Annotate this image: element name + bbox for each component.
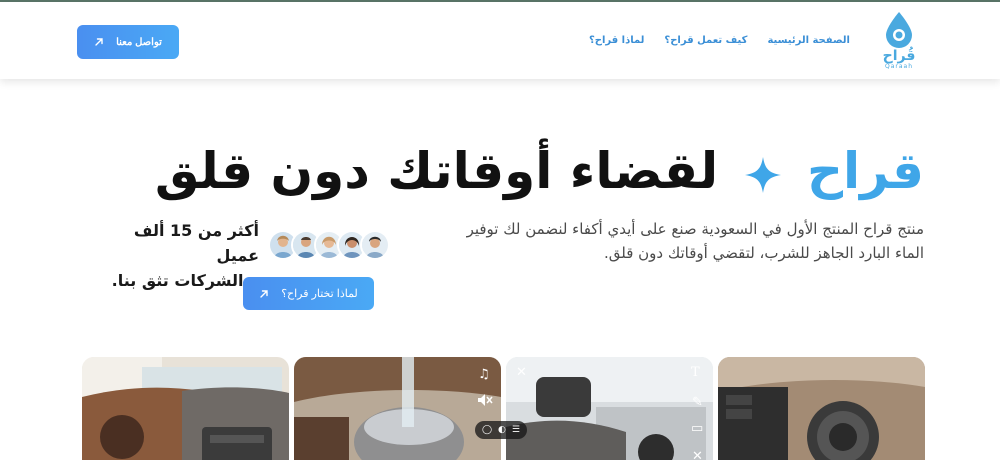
menu-icon[interactable]: ☰ — [512, 425, 520, 435]
mute-icon[interactable] — [477, 393, 493, 407]
sticker-icon[interactable]: ◐ — [498, 425, 506, 435]
customers-stat: أكثر من 15 ألف عميل و الشركات تثق بنا. — [104, 218, 259, 293]
chat-icon[interactable]: ◯ — [482, 425, 492, 435]
sticker-icon[interactable]: ▭ — [691, 421, 703, 436]
arrow-up-right-icon — [260, 289, 268, 298]
nav-why-qaraah[interactable]: لماذا قراح؟ — [589, 35, 644, 46]
why-choose-button-label: لماذا تختار قراح؟ — [281, 288, 358, 300]
close-icon[interactable]: ✕ — [516, 365, 527, 380]
gallery-image-cup-pour[interactable]: ♫ — [294, 357, 501, 460]
pencil-icon[interactable]: ✎ — [692, 395, 703, 410]
hero-description: منتج قراح المنتج الأول في السعودية صنع ع… — [466, 220, 924, 262]
avatar — [360, 230, 390, 260]
arrow-up-right-icon — [95, 38, 103, 46]
gallery-image-car-dashboard[interactable] — [82, 357, 289, 460]
hero-title-brand: قراح — [806, 142, 925, 200]
site-header: قُراح Qaraah الصفحة الرئيسية كيف تعمل قر… — [0, 2, 1000, 79]
customer-avatars — [268, 230, 390, 262]
contact-button-label: تواصل معنا — [116, 36, 162, 48]
contact-button[interactable]: تواصل معنا — [77, 25, 179, 59]
water-drop-icon — [886, 12, 912, 48]
hero-title: قراح لقضاء أوقاتك دون قلق — [154, 138, 925, 204]
gallery-image-ac-vent[interactable] — [718, 357, 925, 460]
nav-how-it-works[interactable]: كيف تعمل قراح؟ — [664, 35, 747, 46]
logo-wordmark: قُراح — [882, 48, 916, 64]
customers-stat-line2: و الشركات تثق بنا. — [111, 271, 259, 290]
hero-title-rest: لقضاء أوقاتك دون قلق — [154, 142, 719, 200]
brand-logo[interactable]: قُراح Qaraah — [874, 10, 924, 72]
music-note-icon[interactable]: ♫ — [478, 367, 490, 382]
gallery-image-car-mount[interactable]: ✕ T ✎ ▭ ✕ — [506, 357, 713, 460]
main-nav: الصفحة الرئيسية كيف تعمل قراح؟ لماذا قرا… — [589, 35, 850, 46]
why-choose-button[interactable]: لماذا تختار قراح؟ — [243, 277, 374, 310]
close-icon[interactable]: ✕ — [692, 449, 703, 460]
story-toolbar: ◯ ◐ ☰ — [475, 421, 527, 439]
logo-latin: Qaraah — [884, 63, 914, 70]
customers-stat-line1: أكثر من 15 ألف عميل — [133, 221, 259, 265]
sparkle-icon — [744, 156, 781, 193]
text-icon[interactable]: T — [691, 365, 700, 380]
nav-home[interactable]: الصفحة الرئيسية — [767, 35, 850, 46]
